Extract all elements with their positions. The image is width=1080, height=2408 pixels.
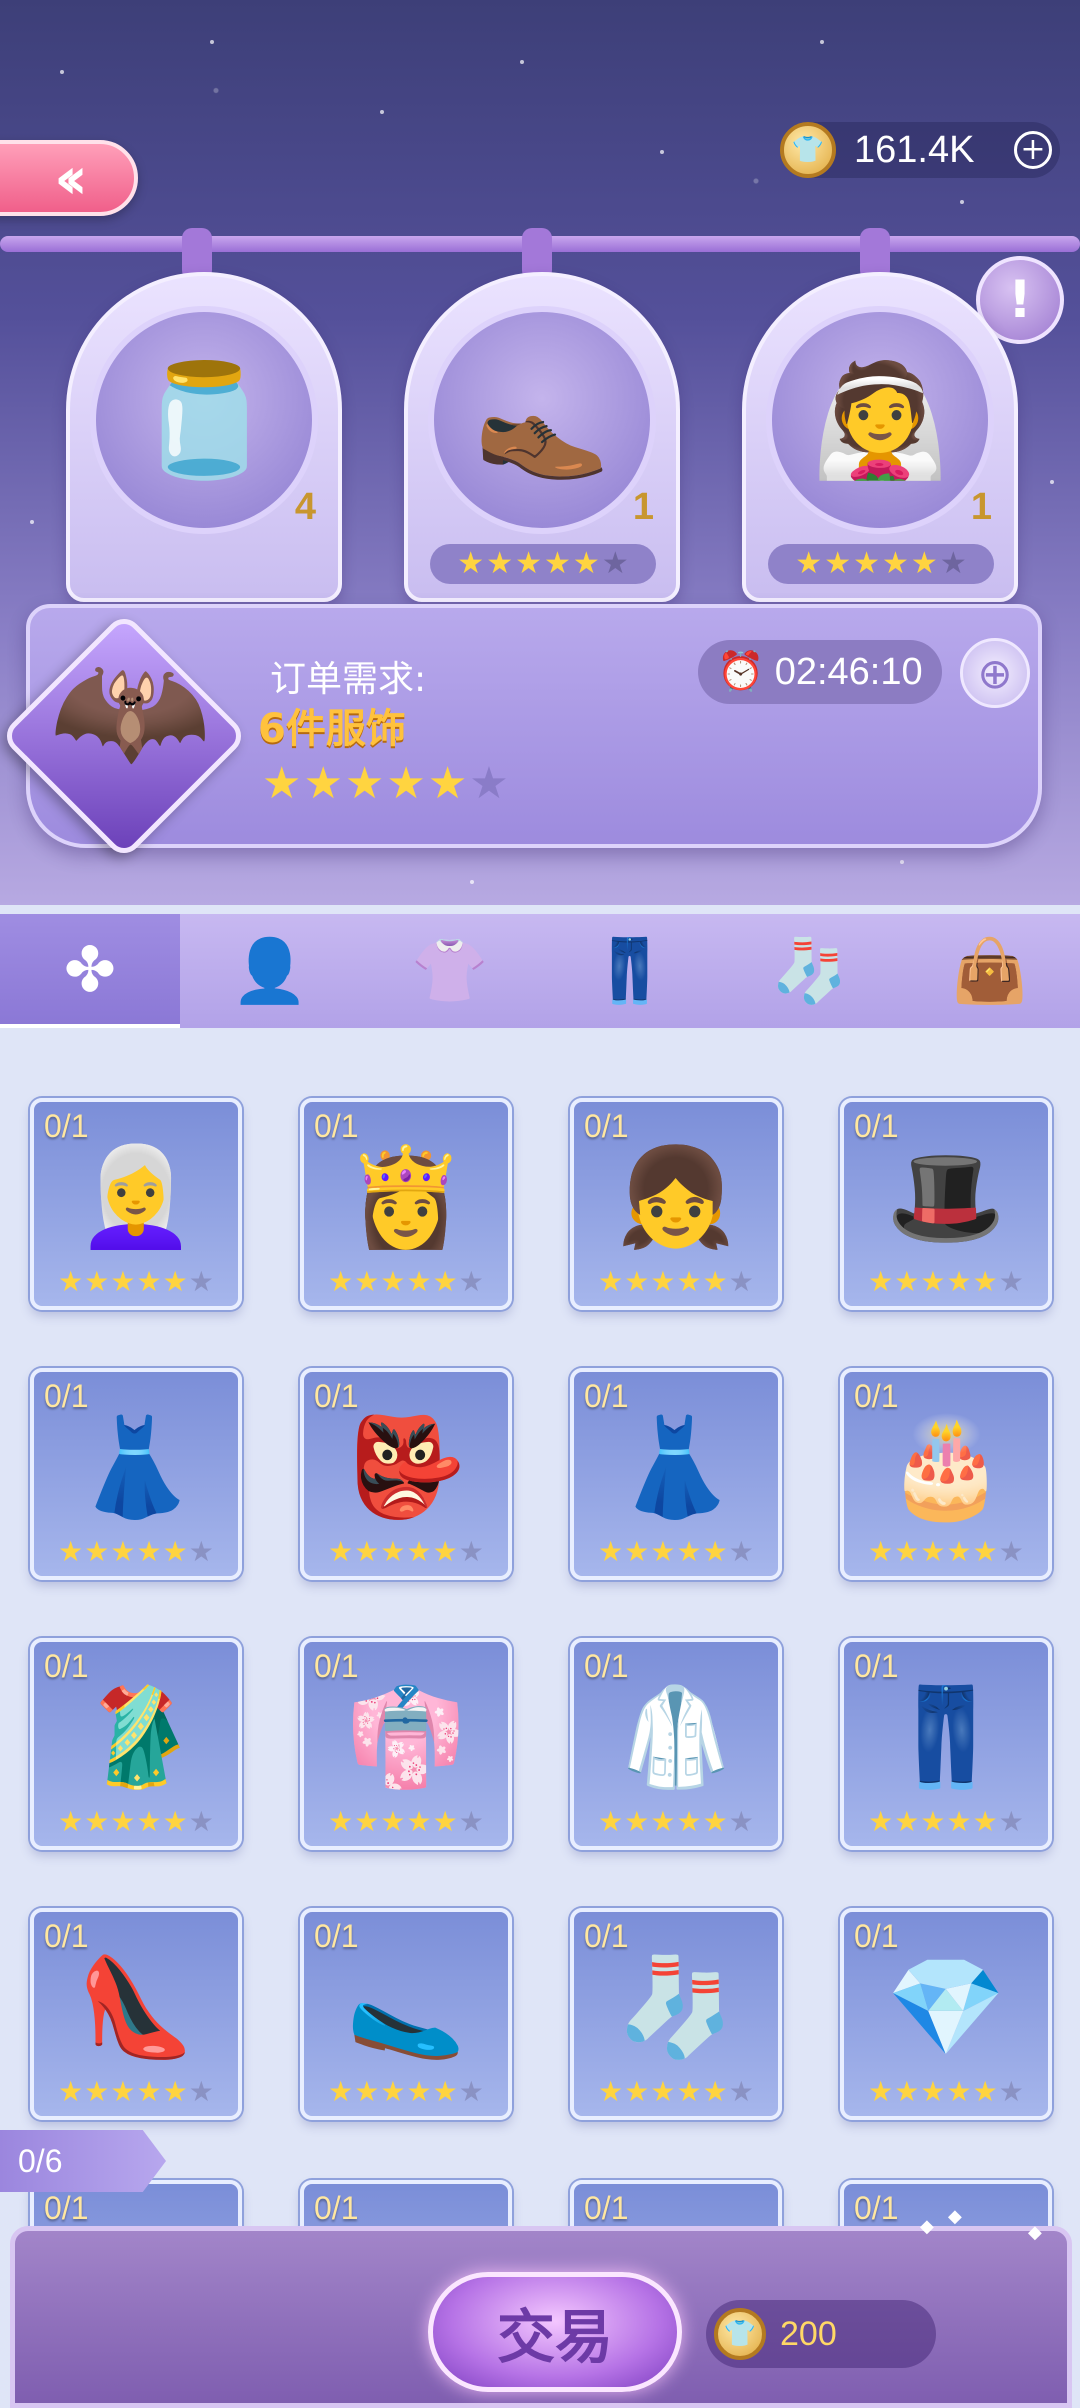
currency-display: 👕 161.4K + — [780, 122, 1060, 178]
item-slot[interactable]: 0/1 🥻 ★ ★ ★ ★ ★ ★ — [30, 1638, 242, 1850]
item-slot[interactable]: 0/1 👺 ★ ★ ★ ★ ★ ★ — [300, 1368, 512, 1580]
red-mask-icon: 👺 — [346, 1410, 466, 1523]
order-requirement-label: 订单需求: — [270, 659, 427, 700]
item-star-rating: ★ ★ ★ ★ ★ ★ — [598, 1805, 754, 1838]
item-star-rating: ★ ★ ★ ★ ★ ★ — [328, 1265, 484, 1298]
sparkle-icon: ◆ — [1028, 2222, 1042, 2243]
item-star-rating: ★ ★ ★ ★ ★ ★ — [868, 2075, 1024, 2108]
item-star-rating: ★ ★ ★ ★ ★ ★ — [58, 1535, 214, 1568]
item-star-rating: ★ ★ ★ ★ ★ ★ — [328, 2075, 484, 2108]
bat-character-icon: 🦇 — [49, 633, 211, 786]
tab-socks[interactable]: 🧦 — [720, 914, 900, 1028]
white-curly-wig-icon: 👩‍🦳 — [76, 1140, 196, 1253]
green-heels-icon: 👠 — [76, 1950, 196, 2063]
white-outfit-icon: 🥼 — [616, 1680, 736, 1793]
item-slot[interactable]: 0/1 👗 ★ ★ ★ ★ ★ ★ — [570, 1368, 782, 1580]
item-star-rating: ★ ★ ★ ★ ★ ★ — [868, 1265, 1024, 1298]
tab-top[interactable]: 👚 — [360, 914, 540, 1028]
top-icon: 👚 — [411, 934, 489, 1007]
trade-label: 交易 — [496, 2303, 613, 2371]
item-slot[interactable]: 0/1 👩‍🦳 ★ ★ ★ ★ ★ ★ — [30, 1098, 242, 1310]
order-requirement-value: 6件服饰 — [258, 706, 406, 752]
tab-all[interactable]: ✤ — [0, 914, 180, 1028]
item-slot[interactable]: 0/1 👧 ★ ★ ★ ★ ★ ★ — [570, 1098, 782, 1310]
trade-cost-value: 200 — [780, 2314, 837, 2353]
requirement-card-2[interactable]: 👞 1 ★ ★ ★ ★ ★ ★ — [404, 272, 680, 602]
requirement-card-3[interactable]: 👰 1 ★ ★ ★ ★ ★ ★ — [742, 272, 1018, 602]
sparkle-icon: ◆ — [948, 2206, 962, 2227]
alarm-clock-icon: ⏰ — [717, 651, 765, 693]
order-timer: ⏰ 02:46:10 — [698, 640, 942, 704]
bag-accessory-icon: 👜 — [951, 934, 1029, 1007]
dark-stockings-icon: 🧦 — [616, 1950, 736, 2063]
hair-icon: 👤 — [231, 934, 309, 1007]
item-slot[interactable]: 0/1 👠 ★ ★ ★ ★ ★ ★ — [30, 1908, 242, 2120]
item-star-rating: ★ ★ ★ ★ ★ ★ — [328, 1535, 484, 1568]
shirt-coin-icon: 👕 — [780, 122, 836, 178]
requirement-count: 1 — [632, 486, 654, 528]
item-slot[interactable]: 0/1 🥿 ★ ★ ★ ★ ★ ★ — [300, 1908, 512, 2120]
sock-icon: 🧦 — [771, 934, 849, 1007]
black-hat-icon: 🎩 — [886, 1140, 1006, 1253]
pink-flats-icon: 🥿 — [346, 1950, 466, 2063]
item-star-rating: ★ ★ ★ ★ ★ ★ — [598, 2075, 754, 2108]
item-slot[interactable]: 0/1 🧦 ★ ★ ★ ★ ★ ★ — [570, 1908, 782, 2120]
star-bottle-icon: 🫙 — [90, 306, 318, 534]
add-currency-button[interactable]: + — [1014, 131, 1052, 169]
trade-cost: 👕 200 — [706, 2300, 936, 2368]
currency-value: 161.4K — [854, 128, 975, 171]
item-star-rating: ★ ★ ★ ★ ★ ★ — [58, 1805, 214, 1838]
requirement-stars: ★ ★ ★ ★ ★ ★ — [768, 544, 994, 584]
item-star-rating: ★ ★ ★ ★ ★ ★ — [868, 1805, 1024, 1838]
cream-robe-icon: 👘 — [346, 1680, 466, 1793]
category-tabs: ✤ 👤 👚 👖 🧦 👜 — [0, 914, 1080, 1028]
tab-accessory[interactable]: 👜 — [900, 914, 1080, 1028]
tab-hair[interactable]: 👤 — [180, 914, 360, 1028]
item-slot[interactable]: 0/1 💎 ★ ★ ★ ★ ★ ★ — [840, 1908, 1052, 2120]
white-dress-icon: 👗 — [76, 1410, 196, 1523]
requirement-count: 4 — [294, 486, 316, 528]
double-chevron-left-icon: ‹‹ — [54, 144, 88, 212]
item-slot[interactable]: 0/1 👸 ★ ★ ★ ★ ★ ★ — [300, 1098, 512, 1310]
item-slot[interactable]: 0/1 👗 ★ ★ ★ ★ ★ ★ — [30, 1368, 242, 1580]
shirt-coin-icon: 👕 — [714, 2308, 766, 2360]
feather-shoes-icon: 👞 — [428, 306, 656, 534]
veil-hair-icon: 👰 — [766, 306, 994, 534]
pants-icon: 👖 — [591, 934, 669, 1007]
item-star-rating: ★ ★ ★ ★ ★ ★ — [58, 1265, 214, 1298]
brown-robe-icon: 🥻 — [76, 1680, 196, 1793]
order-progress: 0/6 — [18, 2142, 63, 2179]
item-star-rating: ★ ★ ★ ★ ★ ★ — [868, 1535, 1024, 1568]
order-progress-tag: 0/6 — [0, 2130, 166, 2192]
item-slot[interactable]: 0/1 🎩 ★ ★ ★ ★ ★ ★ — [840, 1098, 1052, 1310]
order-star-rating: ★ ★ ★ ★ ★ ★ — [262, 758, 509, 809]
pink-cake-dress-icon: 🎂 — [886, 1410, 1006, 1523]
requirement-card-1[interactable]: 🫙 4 — [66, 272, 342, 602]
requirement-stars: ★ ★ ★ ★ ★ ★ — [430, 544, 656, 584]
timer-value: 02:46:10 — [774, 650, 923, 693]
back-button[interactable]: ‹‹ — [0, 140, 138, 216]
item-slot[interactable]: 0/1 👖 ★ ★ ★ ★ ★ ★ — [840, 1638, 1052, 1850]
brown-skirt-icon: 👖 — [886, 1680, 1006, 1793]
item-star-rating: ★ ★ ★ ★ ★ ★ — [598, 1535, 754, 1568]
item-star-rating: ★ ★ ★ ★ ★ ★ — [328, 1805, 484, 1838]
clover-icon: ✤ — [64, 932, 116, 1006]
gem-bracelet-icon: 💎 — [886, 1950, 1006, 2063]
braided-hair-icon: 👧 — [616, 1140, 736, 1253]
pink-gown-icon: 👗 — [616, 1410, 736, 1523]
item-slot[interactable]: 0/1 👘 ★ ★ ★ ★ ★ ★ — [300, 1638, 512, 1850]
item-star-rating: ★ ★ ★ ★ ★ ★ — [58, 2075, 214, 2108]
sparkle-icon: ◆ — [920, 2216, 934, 2237]
requirement-count: 1 — [970, 486, 992, 528]
trade-button[interactable]: 交易 — [428, 2272, 682, 2392]
item-slot[interactable]: 0/1 🎂 ★ ★ ★ ★ ★ ★ — [840, 1368, 1052, 1580]
speed-up-timer-button[interactable]: ⊕ — [960, 638, 1030, 708]
item-slot[interactable]: 0/1 🥼 ★ ★ ★ ★ ★ ★ — [570, 1638, 782, 1850]
tab-bottom[interactable]: 👖 — [540, 914, 720, 1028]
clock-plus-icon: ⊕ — [977, 648, 1013, 698]
item-star-rating: ★ ★ ★ ★ ★ ★ — [598, 1265, 754, 1298]
crown-hair-icon: 👸 — [346, 1140, 466, 1253]
